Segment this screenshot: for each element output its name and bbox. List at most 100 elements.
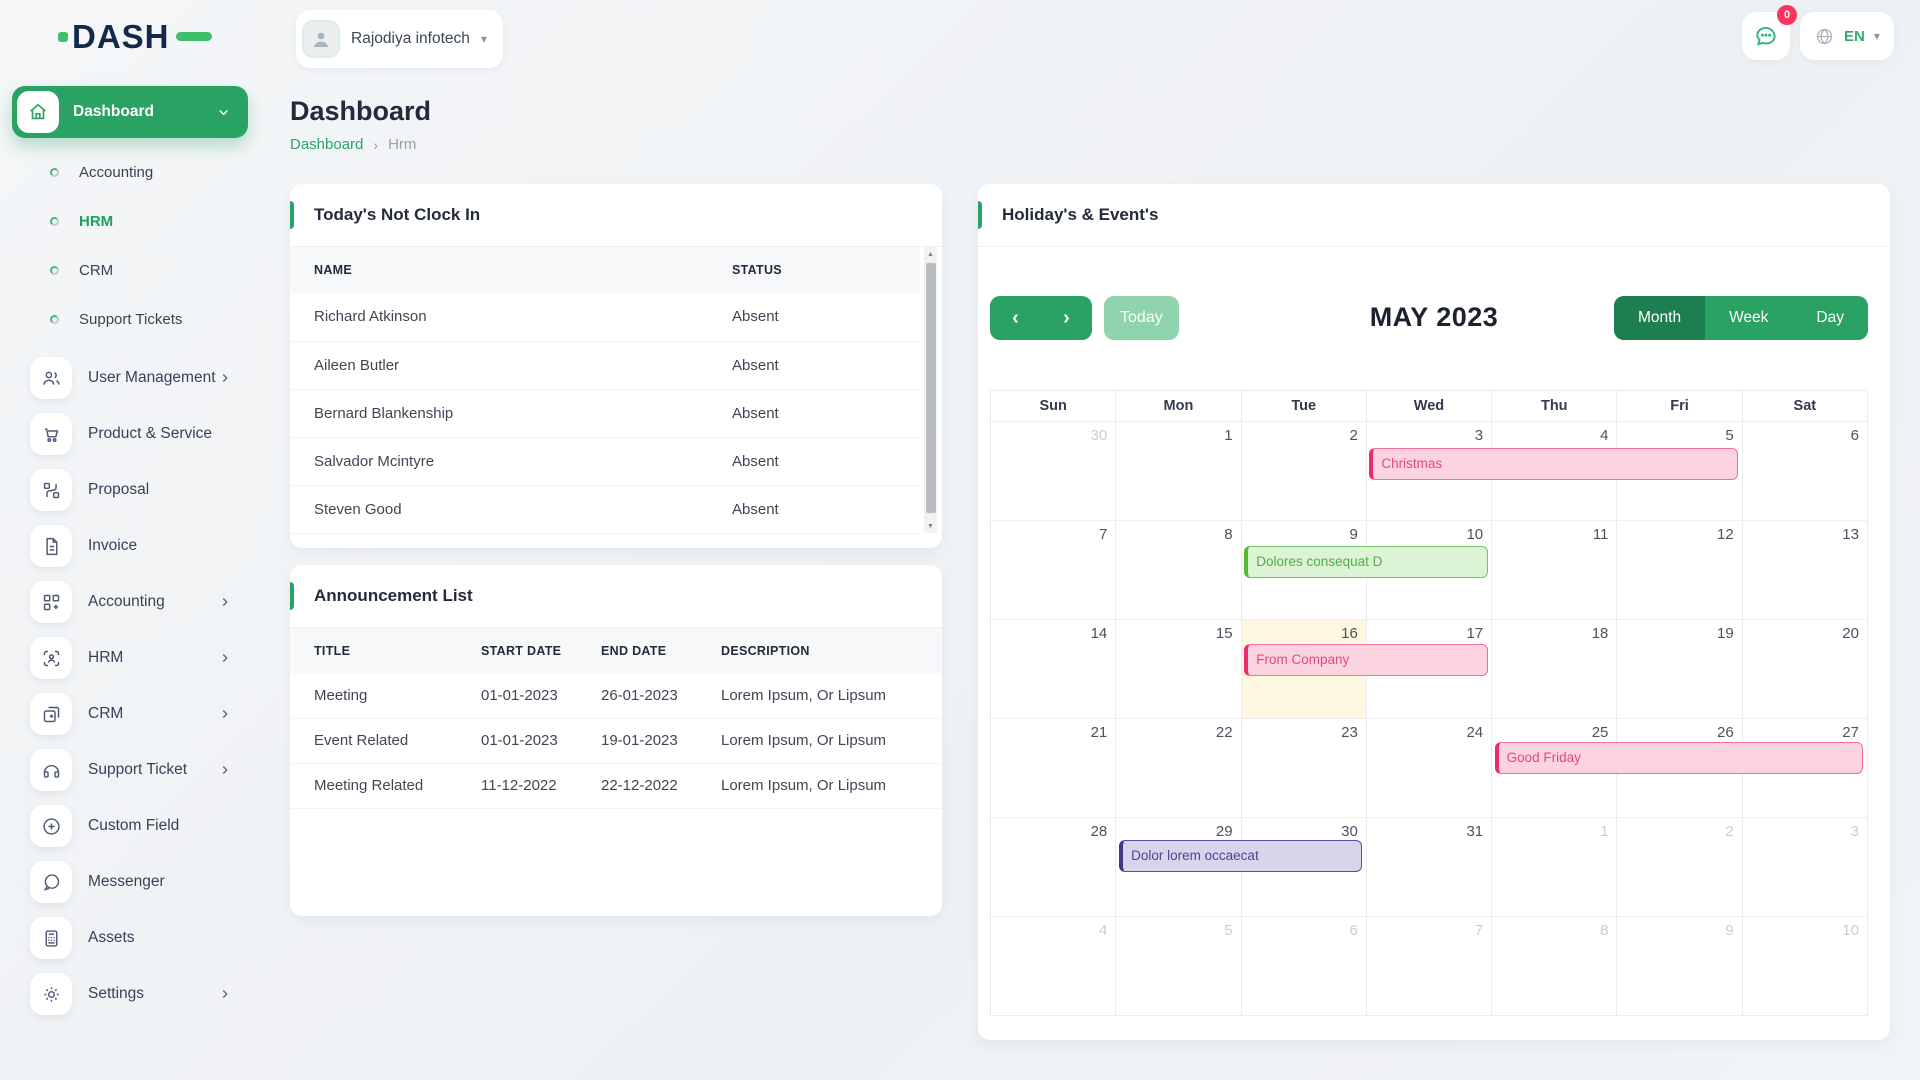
sidebar-item-messenger[interactable]: Messenger <box>12 854 248 910</box>
holidays-events-card: Holiday's & Event's ‹ › Today MAY 2023 M… <box>978 184 1890 1040</box>
chevron-right-icon <box>218 651 232 665</box>
day-number: 22 <box>1216 724 1233 741</box>
calendar-day-cell[interactable]: 28 <box>991 818 1116 916</box>
table-cell: 01-01-2023 <box>457 718 577 763</box>
calendar-day-cell[interactable]: 22 <box>1116 719 1241 817</box>
not-clock-in-row: Richard AtkinsonAbsent <box>290 293 920 341</box>
chevron-right-icon <box>218 987 232 1001</box>
sidebar-item-accounting[interactable]: Accounting <box>12 574 248 630</box>
calendar-day-cell[interactable]: 30 <box>991 422 1116 520</box>
sidebar-subitem-hrm[interactable]: HRM <box>12 197 248 246</box>
sidebar-item-user-management[interactable]: User Management <box>12 350 248 406</box>
day-number: 23 <box>1341 724 1358 741</box>
announcement-row: Meeting01-01-202326-01-2023Lorem Ipsum, … <box>290 673 942 718</box>
calendar-day-cell[interactable]: 2 <box>1617 818 1742 916</box>
day-number: 10 <box>1842 922 1859 939</box>
calendar-event[interactable]: Dolor lorem occaecat <box>1119 840 1362 872</box>
company-avatar <box>302 20 340 58</box>
calendar-day-cell[interactable]: 3 <box>1743 818 1867 916</box>
sidebar-subitem-crm[interactable]: CRM <box>12 246 248 295</box>
day-number: 12 <box>1717 526 1734 543</box>
sidebar-item-product-service[interactable]: Product & Service <box>12 406 248 462</box>
calendar-day-cell[interactable]: 10 <box>1743 917 1867 1015</box>
calendar-day-cell[interactable]: 15 <box>1116 620 1241 718</box>
language-selector[interactable]: EN ▾ <box>1800 12 1894 60</box>
weekday-label: Sat <box>1743 391 1867 421</box>
sidebar-item-settings[interactable]: Settings <box>12 966 248 1022</box>
calendar-day-cell[interactable]: 6 <box>1242 917 1367 1015</box>
table-cell: Lorem Ipsum, Or Lipsum <box>697 718 942 763</box>
calendar-day-cell[interactable]: 1 <box>1492 818 1617 916</box>
sidebar-subitem-label: Accounting <box>79 164 153 181</box>
calendar-day-cell[interactable]: 5 <box>1116 917 1241 1015</box>
sidebar-item-label: Product & Service <box>88 425 248 443</box>
table-cell: Bernard Blankenship <box>290 389 708 437</box>
announcement-table: TITLESTART DATEEND DATEDESCRIPTION Meeti… <box>290 628 942 809</box>
sidebar-item-support-ticket[interactable]: Support Ticket <box>12 742 248 798</box>
day-number: 5 <box>1224 922 1232 939</box>
table-scrollbar[interactable]: ▲ ▼ <box>924 247 937 533</box>
chevron-right-icon <box>218 595 232 609</box>
calendar-event[interactable]: From Company <box>1244 644 1487 676</box>
day-number: 9 <box>1725 922 1733 939</box>
sidebar-item-label: Proposal <box>88 481 248 499</box>
sidebar-subitem-support-tickets[interactable]: Support Tickets <box>12 295 248 344</box>
sidebar-item-proposal[interactable]: Proposal <box>12 462 248 518</box>
calendar-view-month[interactable]: Month <box>1614 296 1705 340</box>
scroll-down-arrow[interactable]: ▼ <box>924 519 937 533</box>
company-selector[interactable]: Rajodiya infotech ▾ <box>296 10 503 68</box>
calendar-day-cell[interactable]: 20 <box>1743 620 1867 718</box>
sidebar-item-dashboard[interactable]: Dashboard <box>12 86 248 138</box>
table-cell: 01-01-2023 <box>457 673 577 718</box>
calendar-day-cell[interactable]: 23 <box>1242 719 1367 817</box>
calendar-day-cell[interactable]: 4 <box>991 917 1116 1015</box>
calendar-day-cell[interactable]: 7 <box>1367 917 1492 1015</box>
sidebar-item-invoice[interactable]: Invoice <box>12 518 248 574</box>
messages-button[interactable]: 0 <box>1742 12 1790 60</box>
sidebar-item-custom-field[interactable]: Custom Field <box>12 798 248 854</box>
not-clock-in-row: Bernard BlankenshipAbsent <box>290 389 920 437</box>
file-icon <box>30 525 72 567</box>
sidebar-item-hrm[interactable]: HRM <box>12 630 248 686</box>
sidebar-item-crm[interactable]: CRM <box>12 686 248 742</box>
calendar-view-day[interactable]: Day <box>1792 296 1868 340</box>
chevron-right-icon <box>218 763 232 777</box>
calendar-day-cell[interactable]: 13 <box>1743 521 1867 619</box>
day-number: 30 <box>1341 823 1358 840</box>
calendar-event[interactable]: Good Friday <box>1495 742 1863 774</box>
calendar-day-cell[interactable]: 8 <box>1492 917 1617 1015</box>
day-number: 25 <box>1592 724 1609 741</box>
app-logo[interactable]: DASH <box>58 20 212 53</box>
table-cell: Lorem Ipsum, Or Lipsum <box>697 673 942 718</box>
breadcrumb-dashboard-link[interactable]: Dashboard <box>290 136 363 153</box>
calendar-day-cell[interactable]: 2 <box>1242 422 1367 520</box>
table-cell: 19-01-2023 <box>577 718 697 763</box>
chevron-right-icon <box>218 371 232 385</box>
calendar-day-cell[interactable]: 12 <box>1617 521 1742 619</box>
day-number: 9 <box>1350 526 1358 543</box>
scrollbar-thumb[interactable] <box>926 263 936 513</box>
calendar-day-cell[interactable]: 14 <box>991 620 1116 718</box>
calendar-day-cell[interactable]: 19 <box>1617 620 1742 718</box>
scroll-up-arrow[interactable]: ▲ <box>924 247 937 261</box>
calendar-day-cell[interactable]: 8 <box>1116 521 1241 619</box>
sidebar-item-assets[interactable]: Assets <box>12 910 248 966</box>
announcement-row: Meeting Related11-12-202222-12-2022Lorem… <box>290 763 942 808</box>
calendar-day-cell[interactable]: 21 <box>991 719 1116 817</box>
logo-accent-bar <box>176 32 212 41</box>
calculator-icon <box>30 917 72 959</box>
day-number: 27 <box>1842 724 1859 741</box>
calendar-day-cell[interactable]: 11 <box>1492 521 1617 619</box>
day-number: 6 <box>1350 922 1358 939</box>
calendar-event[interactable]: Christmas <box>1369 448 1737 480</box>
calendar-day-cell[interactable]: 9 <box>1617 917 1742 1015</box>
calendar-day-cell[interactable]: 24 <box>1367 719 1492 817</box>
calendar-day-cell[interactable]: 1 <box>1116 422 1241 520</box>
calendar-view-week[interactable]: Week <box>1705 296 1792 340</box>
calendar-day-cell[interactable]: 7 <box>991 521 1116 619</box>
calendar-day-cell[interactable]: 18 <box>1492 620 1617 718</box>
calendar-event[interactable]: Dolores consequat D <box>1244 546 1487 578</box>
calendar-day-cell[interactable]: 6 <box>1743 422 1867 520</box>
calendar-day-cell[interactable]: 31 <box>1367 818 1492 916</box>
sidebar-subitem-accounting[interactable]: Accounting <box>12 148 248 197</box>
